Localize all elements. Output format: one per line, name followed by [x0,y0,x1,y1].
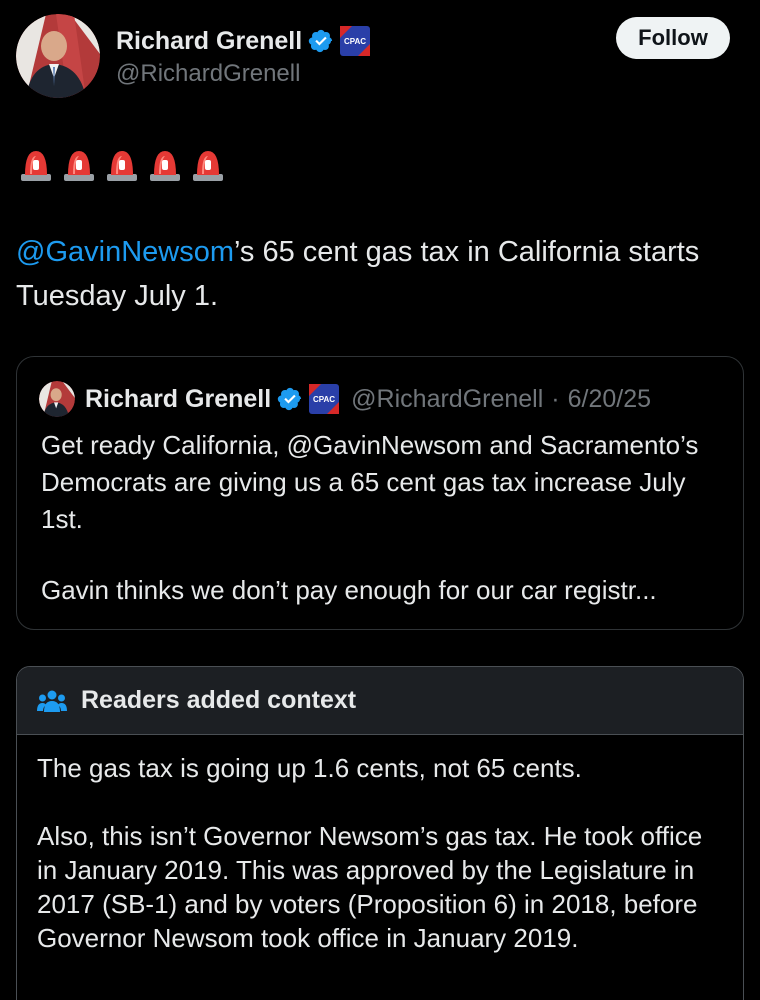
verified-icon [277,387,302,411]
community-note-body: The gas tax is going up 1.6 cents, not 6… [17,735,743,955]
community-note-title: Readers added context [81,686,357,714]
verified-icon [308,29,333,53]
mention-link[interactable]: @GavinNewsom [16,236,234,268]
community-note-paragraph: Also, this isn’t Governor Newsom’s gas t… [37,821,703,953]
cpac-affiliate-badge[interactable]: CPAC [340,26,371,56]
tweet-header: Richard Grenell CPAC @RichardGrenell Fol… [16,14,730,98]
quoted-tweet[interactable]: Richard Grenell CPAC @RichardGrenell · 6… [16,356,744,630]
follow-button[interactable]: Follow [616,17,730,59]
quoted-author-avatar [39,381,75,417]
police-light-emoji-icon [64,151,94,181]
author-name[interactable]: Richard Grenell [116,27,302,56]
police-light-emoji-icon [107,151,137,181]
quoted-tweet-date: 6/20/25 [567,384,652,413]
community-note-header[interactable]: Readers added context [17,667,743,735]
svg-text:CPAC: CPAC [344,37,366,46]
author-avatar[interactable] [16,14,100,98]
community-note: Readers added context The gas tax is goi… [16,666,744,1000]
police-light-emoji-icon [193,151,223,181]
svg-text:CPAC: CPAC [313,395,335,404]
meta-separator: · [551,384,560,413]
author-name-row: Richard Grenell CPAC [116,24,371,58]
community-note-paragraph: The gas tax is going up 1.6 cents, not 6… [37,753,582,783]
quoted-tweet-paragraph: Get ready California, @GavinNewsom and S… [41,430,699,534]
police-light-emoji-icon [21,151,51,181]
author-handle[interactable]: @RichardGrenell [116,60,300,88]
police-light-emoji-icon [150,151,180,181]
quoted-author-handle: @RichardGrenell [351,384,544,413]
people-icon [37,690,67,712]
quoted-tweet-body: Get ready California, @GavinNewsom and S… [41,427,721,609]
cpac-affiliate-badge: CPAC [309,384,340,414]
tweet-text: @GavinNewsom’s 65 cent gas tax in Califo… [16,230,736,318]
quoted-tweet-paragraph: Gavin thinks we don’t pay enough for our… [41,575,657,605]
siren-emoji-row [20,148,224,182]
quoted-tweet-header: Richard Grenell CPAC @RichardGrenell · 6… [39,379,651,419]
quoted-author-name: Richard Grenell [85,384,272,413]
